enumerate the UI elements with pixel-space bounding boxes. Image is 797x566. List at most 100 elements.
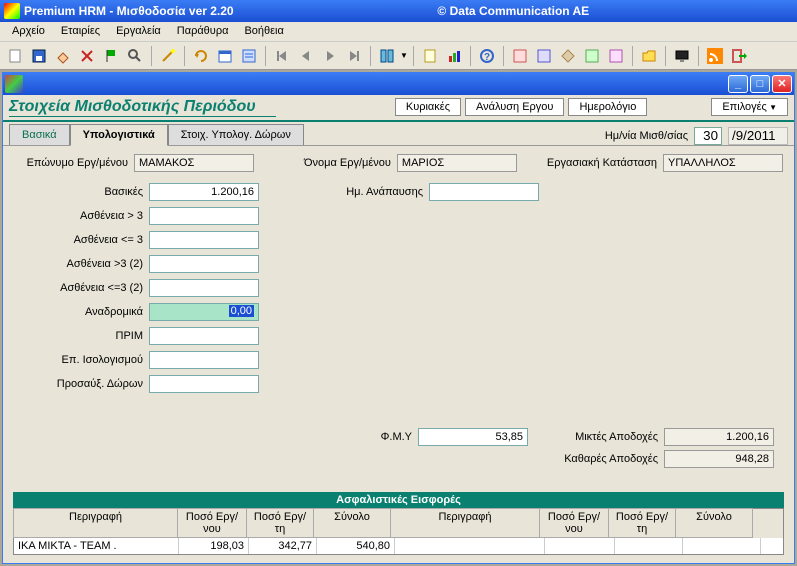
menu-companies[interactable]: Εταιρίες [53,22,108,41]
wand-icon[interactable] [157,45,179,67]
util1-icon[interactable] [509,45,531,67]
status-input[interactable] [663,154,783,172]
grid-section: Ασφαλιστικές Εισφορές Περιγραφή Ποσό Εργ… [13,492,784,555]
grid-header: Περιγραφή Ποσό Εργ/νου Ποσό Εργ/τη Σύνολ… [14,509,783,538]
prosaux-input[interactable] [149,375,259,393]
col-desc2[interactable]: Περιγραφή [390,508,540,538]
calendar-icon[interactable] [214,45,236,67]
toolbar: ▼ ? [0,42,797,70]
flag-icon[interactable] [100,45,122,67]
doc-icon[interactable] [419,45,441,67]
chart-icon[interactable] [443,45,465,67]
erase-icon[interactable] [52,45,74,67]
date-rest-input[interactable] [728,127,788,145]
delete-icon[interactable] [76,45,98,67]
cell-synolo2 [683,538,761,554]
name-label: Όνομα Εργ/μένου [304,157,391,169]
anadromika-input[interactable]: 0,00 [149,303,259,321]
cell-posoergti: 342,77 [249,538,317,554]
first-icon[interactable] [271,45,293,67]
menu-tools[interactable]: Εργαλεία [108,22,169,41]
col-posoerg2[interactable]: Ποσό Εργ/νου [539,508,609,538]
prev-icon[interactable] [295,45,317,67]
anadromika-label: Αναδρομικά [13,306,143,318]
surname-label: Επώνυμο Εργ/μένου [13,157,128,169]
cell-posoergti2 [615,538,683,554]
date-label: Ημ/νία Μισθ/σίας [605,130,688,142]
minimize-button[interactable]: _ [728,75,748,93]
col-desc[interactable]: Περιγραφή [13,508,178,538]
new-icon[interactable] [4,45,26,67]
next-icon[interactable] [319,45,341,67]
maximize-button[interactable]: □ [750,75,770,93]
prim-input[interactable] [149,327,259,345]
asth3b-input[interactable] [149,255,259,273]
basikes-label: Βασικές [13,186,143,198]
help-icon[interactable]: ? [476,45,498,67]
rss-icon[interactable] [704,45,726,67]
tab-ypologistika[interactable]: Υπολογιστικά [70,124,168,146]
title-center: © Data Communication AE [234,4,793,18]
title-left: Premium HRM - Μισθοδοσία ver 2.20 [24,4,234,18]
menu-windows[interactable]: Παράθυρα [169,22,237,41]
epiloges-button[interactable]: Επιλογές [711,98,788,116]
col-synolo[interactable]: Σύνολο [313,508,391,538]
basikes-input[interactable] [149,183,259,201]
layout-icon[interactable] [376,45,398,67]
monitor-icon[interactable] [671,45,693,67]
asthle3b-input[interactable] [149,279,259,297]
cell-posoerg2 [545,538,615,554]
main-titlebar: Premium HRM - Μισθοδοσία ver 2.20 © Data… [0,0,797,22]
analysi-ergou-button[interactable]: Ανάλυση Εργου [465,98,564,116]
col-posoerg[interactable]: Ποσό Εργ/νου [177,508,247,538]
cell-desc: ΙΚΑ ΜΙΚΤΑ - ΤΕΑΜ . [14,538,179,554]
col-posoergti[interactable]: Ποσό Εργ/τη [246,508,314,538]
col-synolo2[interactable]: Σύνολο [675,508,753,538]
miktes-label: Μικτές Αποδοχές [548,431,658,443]
cell-synolo: 540,80 [317,538,395,554]
close-button[interactable]: ✕ [772,75,792,93]
name-input[interactable] [397,154,517,172]
cell-desc2 [395,538,545,554]
hmana-input[interactable] [429,183,539,201]
open-icon[interactable] [638,45,660,67]
grid: Περιγραφή Ποσό Εργ/νου Ποσό Εργ/τη Σύνολ… [13,508,784,555]
util4-icon[interactable] [581,45,603,67]
find-icon[interactable] [124,45,146,67]
menu-help[interactable]: Βοήθεια [236,22,291,41]
save-icon[interactable] [28,45,50,67]
last-icon[interactable] [343,45,365,67]
mdi-area: _ □ ✕ Στοιχεία Μισθοδοτικής Περιόδου Κυρ… [0,70,797,566]
hmerologio-button[interactable]: Ημερολόγιο [568,98,647,116]
kathares-input [664,450,774,468]
menu-file[interactable]: Αρχείο [4,22,53,41]
episol-input[interactable] [149,351,259,369]
asth3-input[interactable] [149,207,259,225]
grid-title: Ασφαλιστικές Εισφορές [13,492,784,508]
asthle3-label: Ασθένεια <= 3 [13,234,143,246]
util3-icon[interactable] [557,45,579,67]
asth3-label: Ασθένεια > 3 [13,210,143,222]
child-window-icon [5,75,23,93]
refresh-icon[interactable] [190,45,212,67]
tab-doron[interactable]: Στοιχ. Υπολογ. Δώρων [168,124,304,145]
exit-icon[interactable] [728,45,750,67]
table-row[interactable]: ΙΚΑ ΜΙΚΤΑ - ΤΕΑΜ . 198,03 342,77 540,80 [14,538,783,554]
surname-input[interactable] [134,154,254,172]
kyriakes-button[interactable]: Κυριακές [395,98,461,116]
util5-icon[interactable] [605,45,627,67]
date-day-input[interactable] [694,127,722,145]
asthle3b-label: Ασθένεια <=3 (2) [13,282,143,294]
tab-basika[interactable]: Βασικά [9,124,70,145]
prim-label: ΠΡΙΜ [13,330,143,342]
asthle3-input[interactable] [149,231,259,249]
col-posoergti2[interactable]: Ποσό Εργ/τη [608,508,676,538]
form-icon[interactable] [238,45,260,67]
child-window: _ □ ✕ Στοιχεία Μισθοδοτικής Περιόδου Κυρ… [2,72,795,564]
util2-icon[interactable] [533,45,555,67]
form-body: Επώνυμο Εργ/μένου Όνομα Εργ/μένου Εργασι… [3,145,794,563]
hmana-label: Ημ. Ανάπαυσης [293,186,423,198]
fmy-input[interactable] [418,428,528,446]
mid-column: Ημ. Ανάπαυσης [293,182,543,398]
child-titlebar: _ □ ✕ [3,73,794,95]
